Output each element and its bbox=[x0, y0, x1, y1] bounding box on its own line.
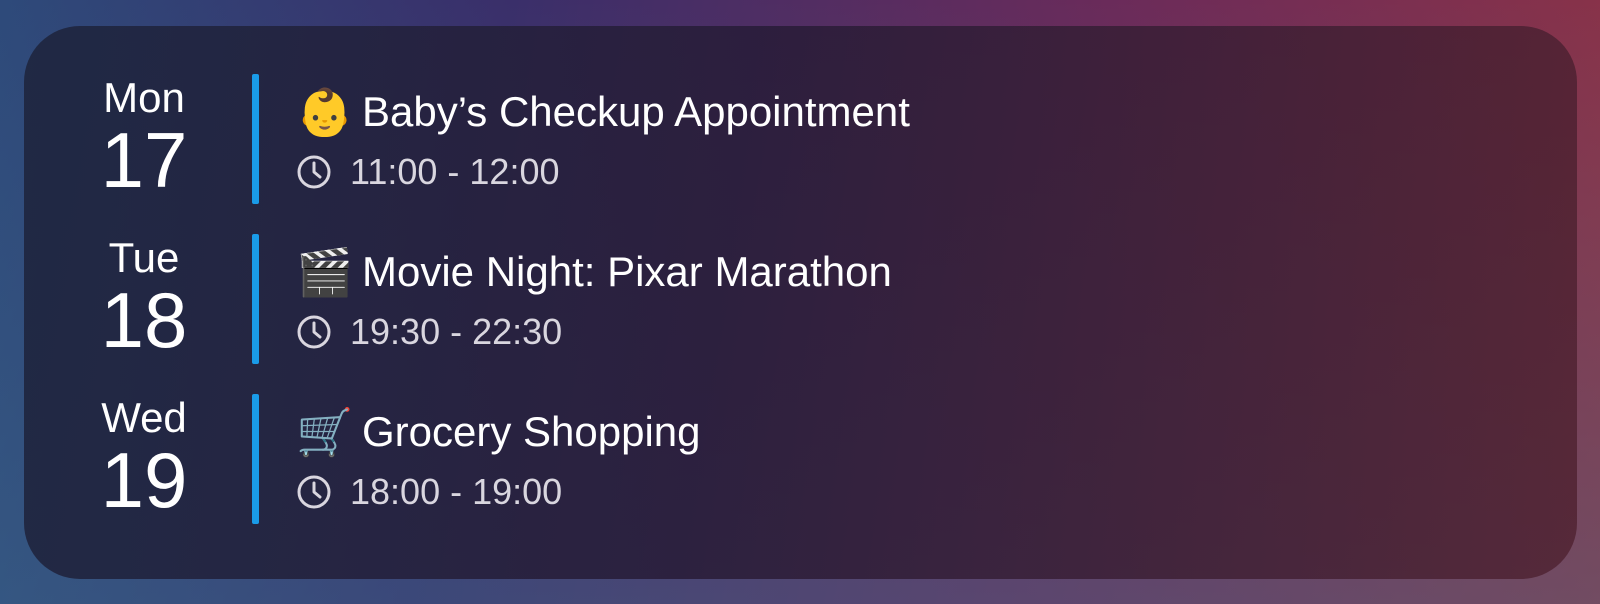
event-time: 19:30 - 22:30 bbox=[350, 311, 563, 352]
event-day-number: 18 bbox=[100, 276, 188, 364]
event-day-number: 19 bbox=[100, 436, 188, 524]
event-time-row: 11:00 - 12:00 bbox=[296, 150, 560, 194]
event-accent-bar bbox=[252, 74, 259, 204]
event-title-row: 🛒 Grocery Shopping bbox=[296, 404, 701, 460]
clock-icon bbox=[297, 315, 331, 349]
event-date: Mon 17 bbox=[84, 74, 204, 200]
event-weekday: Wed bbox=[101, 394, 187, 441]
calendar-card: Mon 17 👶 Baby’s Checkup Appointment 11:0… bbox=[24, 26, 1577, 579]
event-time-row: 18:00 - 19:00 bbox=[296, 470, 562, 514]
baby-icon: 👶 bbox=[296, 86, 354, 138]
event-accent-bar bbox=[252, 394, 259, 524]
event-date: Wed 19 bbox=[84, 394, 204, 520]
clapper-board-icon: 🎬 bbox=[296, 246, 354, 298]
event-time-row: 19:30 - 22:30 bbox=[296, 310, 562, 354]
event-weekday: Mon bbox=[103, 74, 185, 121]
event-title: Baby’s Checkup Appointment bbox=[362, 88, 910, 135]
event-title: Movie Night: Pixar Marathon bbox=[362, 248, 892, 295]
event-weekday: Tue bbox=[108, 234, 180, 281]
event-time: 11:00 - 12:00 bbox=[350, 151, 560, 192]
clock-icon bbox=[297, 155, 331, 189]
event-title: Grocery Shopping bbox=[362, 408, 701, 455]
event-item[interactable]: Tue 18 🎬 Movie Night: Pixar Marathon 19:… bbox=[24, 234, 1577, 364]
event-date: Tue 18 bbox=[84, 234, 204, 360]
event-item[interactable]: Wed 19 🛒 Grocery Shopping 18:00 - 19:00 bbox=[24, 394, 1577, 524]
event-title-row: 🎬 Movie Night: Pixar Marathon bbox=[296, 244, 892, 300]
event-accent-bar bbox=[252, 234, 259, 364]
clock-icon bbox=[297, 475, 331, 509]
event-day-number: 17 bbox=[100, 116, 188, 204]
event-item[interactable]: Mon 17 👶 Baby’s Checkup Appointment 11:0… bbox=[24, 74, 1577, 204]
event-title-row: 👶 Baby’s Checkup Appointment bbox=[296, 84, 910, 140]
event-time: 18:00 - 19:00 bbox=[350, 471, 563, 512]
shopping-cart-icon: 🛒 bbox=[296, 406, 354, 458]
